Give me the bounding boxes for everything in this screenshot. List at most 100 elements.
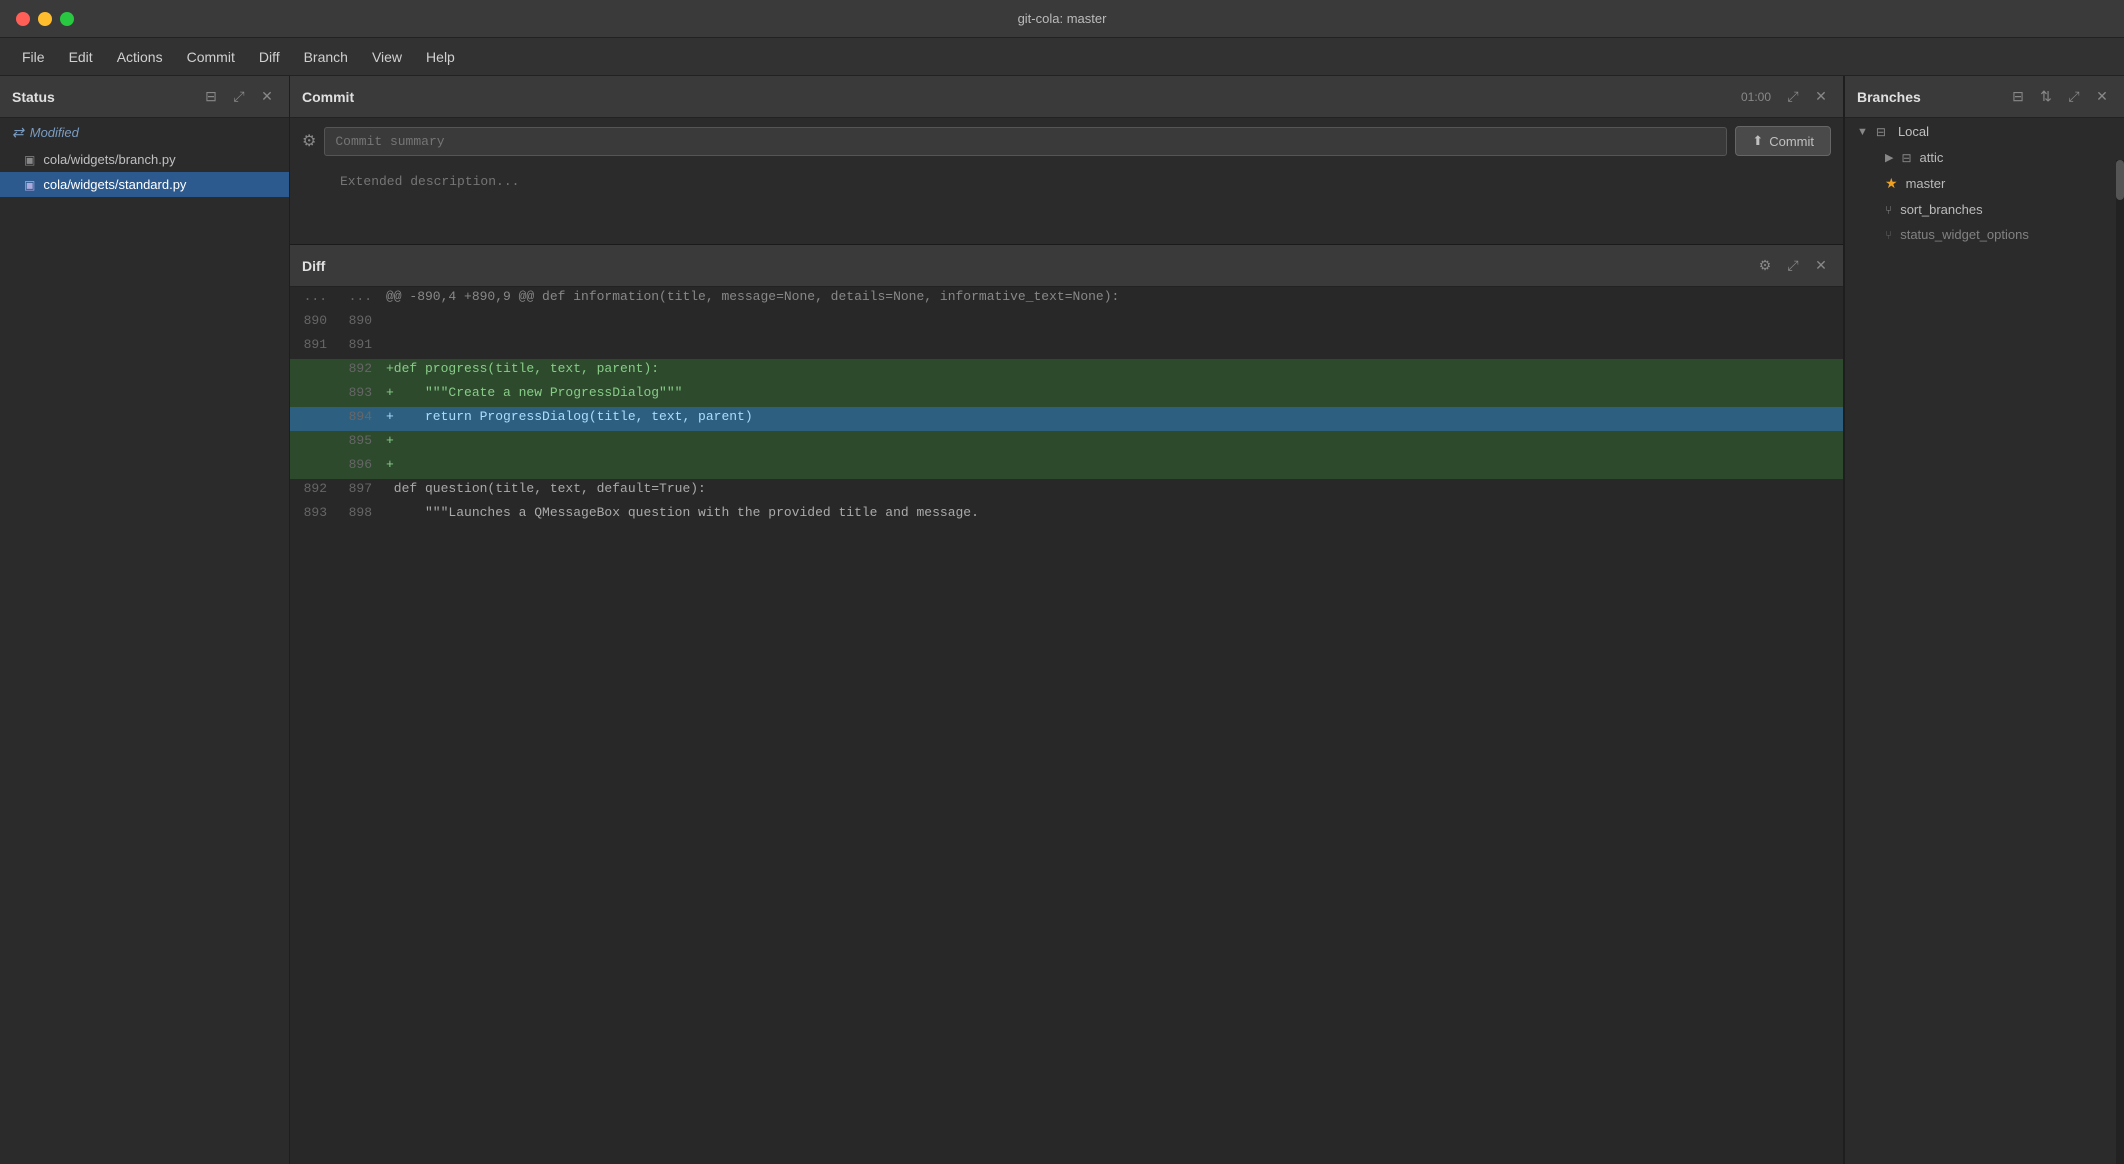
branches-content: ▼ ⊟ Local ▶ ⊟ attic ★ master ⑂: [1845, 118, 2124, 247]
center-panel: Commit 01:00 ⤢ ✕ ⚙ ⬆ Commit Diff: [290, 76, 1844, 1164]
commit-header: Commit 01:00 ⤢ ✕: [290, 76, 1843, 118]
branches-panel: Branches ⊟ ⇅ ⤢ ✕ ▼ ⊟ Local ▶ ⊟: [1844, 76, 2124, 1164]
status-panel-title: Status: [12, 89, 55, 105]
commit-float-icon[interactable]: ⤢: [1783, 87, 1803, 107]
branches-float-icon[interactable]: ⤢: [2064, 87, 2084, 107]
status-panel-icons: ⊟ ⤢ ✕: [201, 87, 277, 107]
diff-content-891: [380, 335, 1843, 359]
minimize-button[interactable]: [38, 12, 52, 26]
branch-label-sort-branches: sort_branches: [1900, 202, 1982, 217]
menu-help[interactable]: Help: [416, 45, 465, 69]
commit-button[interactable]: ⬆ Commit: [1735, 126, 1831, 156]
diff-content-890: [380, 311, 1843, 335]
commit-gear-icon[interactable]: ⚙: [302, 131, 316, 151]
status-minimize-icon[interactable]: ⊟: [201, 87, 221, 107]
file-name-branch: cola/widgets/branch.py: [43, 152, 175, 167]
diff-new-897: 897: [335, 479, 380, 503]
commit-panel-icons: 01:00 ⤢ ✕: [1741, 87, 1831, 107]
diff-old-896a: [290, 455, 335, 479]
diff-content-897: def question(title, text, default=True):: [380, 479, 1843, 503]
branches-scrollbar[interactable]: [2116, 160, 2124, 1164]
branches-header: Branches ⊟ ⇅ ⤢ ✕: [1845, 76, 2124, 118]
diff-content-896a: +: [380, 455, 1843, 479]
diff-panel: Diff ⚙ ⤢ ✕ ... ... @@ -890,4 +890,9 @@ d…: [290, 245, 1843, 1164]
branch-section-local[interactable]: ▼ ⊟ Local: [1845, 118, 2124, 145]
commit-button-icon: ⬆: [1752, 133, 1763, 149]
branches-scrollbar-thumb[interactable]: [2116, 160, 2124, 200]
status-close-icon[interactable]: ✕: [257, 87, 277, 107]
diff-new-896a: 896: [335, 455, 380, 479]
status-float-icon[interactable]: ⤢: [229, 87, 249, 107]
branches-minimize-icon[interactable]: ⊟: [2008, 87, 2028, 107]
commit-summary-input[interactable]: [324, 127, 1727, 156]
commit-close-icon[interactable]: ✕: [1811, 87, 1831, 107]
menu-commit[interactable]: Commit: [177, 45, 245, 69]
menu-view[interactable]: View: [362, 45, 412, 69]
menu-file[interactable]: File: [12, 45, 55, 69]
diff-old-893a: [290, 383, 335, 407]
branch-item-status-widget[interactable]: ⑂ status_widget_options: [1845, 222, 2124, 247]
commit-description-input[interactable]: [290, 164, 1843, 244]
file-icon-branch: ▣: [24, 153, 35, 167]
diff-new-898: 898: [335, 503, 380, 527]
branch-label-master: master: [1906, 176, 1946, 191]
file-item-standard[interactable]: ▣ cola/widgets/standard.py: [0, 172, 289, 197]
window-title: git-cola: master: [1018, 11, 1107, 26]
diff-content-header: @@ -890,4 +890,9 @@ def information(titl…: [380, 287, 1843, 311]
main-layout: Status ⊟ ⤢ ✕ ⇄ Modified ▣ cola/widgets/b…: [0, 76, 2124, 1164]
diff-old-num-header: ...: [290, 287, 335, 311]
diff-gear-icon[interactable]: ⚙: [1755, 256, 1775, 276]
maximize-button[interactable]: [60, 12, 74, 26]
diff-content: ... ... @@ -890,4 +890,9 @@ def informat…: [290, 287, 1843, 1164]
diff-line-893-added: 893 + """Create a new ProgressDialog""": [290, 383, 1843, 407]
diff-new-num-header: ...: [335, 287, 380, 311]
status-section-modified: ⇄ Modified: [0, 118, 289, 147]
status-panel-header: Status ⊟ ⤢ ✕: [0, 76, 289, 118]
menu-edit[interactable]: Edit: [59, 45, 103, 69]
diff-new-892a: 892: [335, 359, 380, 383]
menu-branch[interactable]: Branch: [294, 45, 358, 69]
file-icon-standard: ▣: [24, 178, 35, 192]
diff-old-894s: [290, 407, 335, 431]
diff-new-893a: 893: [335, 383, 380, 407]
sort-branches-icon: ⑂: [1885, 203, 1892, 217]
branches-panel-inner: ▼ ⊟ Local ▶ ⊟ attic ★ master ⑂: [1845, 118, 2124, 1164]
menu-bar: File Edit Actions Commit Diff Branch Vie…: [0, 38, 2124, 76]
status-panel: Status ⊟ ⤢ ✕ ⇄ Modified ▣ cola/widgets/b…: [0, 76, 290, 1164]
diff-content-893a: + """Create a new ProgressDialog""": [380, 383, 1843, 407]
traffic-lights: [16, 12, 74, 26]
branch-item-attic[interactable]: ▶ ⊟ attic: [1845, 145, 2124, 170]
diff-old-895a: [290, 431, 335, 455]
diff-content-894s: + return ProgressDialog(title, text, par…: [380, 407, 1843, 431]
diff-line-890: 890 890: [290, 311, 1843, 335]
commit-panel: Commit 01:00 ⤢ ✕ ⚙ ⬆ Commit: [290, 76, 1843, 245]
branches-panel-title: Branches: [1857, 89, 1921, 105]
close-button[interactable]: [16, 12, 30, 26]
branch-item-master[interactable]: ★ master: [1845, 170, 2124, 197]
diff-content-892a: +def progress(title, text, parent):: [380, 359, 1843, 383]
menu-actions[interactable]: Actions: [107, 45, 173, 69]
file-item-branch[interactable]: ▣ cola/widgets/branch.py: [0, 147, 289, 172]
diff-old-898: 893: [290, 503, 335, 527]
diff-float-icon[interactable]: ⤢: [1783, 256, 1803, 276]
diff-old-890: 890: [290, 311, 335, 335]
master-star-icon: ★: [1885, 175, 1898, 192]
modified-icon: ⇄: [12, 124, 24, 141]
diff-old-891: 891: [290, 335, 335, 359]
attic-icon: ⊟: [1901, 151, 1911, 165]
branch-label-status-widget: status_widget_options: [1900, 227, 2029, 242]
branch-label-attic: attic: [1920, 150, 1944, 165]
diff-panel-title: Diff: [302, 258, 325, 274]
menu-diff[interactable]: Diff: [249, 45, 290, 69]
diff-line-897: 892 897 def question(title, text, defaul…: [290, 479, 1843, 503]
diff-line-896-added: 896 +: [290, 455, 1843, 479]
diff-line-895-added: 895 +: [290, 431, 1843, 455]
diff-old-892a: [290, 359, 335, 383]
branches-close-icon[interactable]: ✕: [2092, 87, 2112, 107]
branch-item-sort-branches[interactable]: ⑂ sort_branches: [1845, 197, 2124, 222]
branches-sort-icon[interactable]: ⇅: [2036, 87, 2056, 107]
commit-button-label: Commit: [1769, 134, 1814, 149]
branch-local-label: Local: [1898, 124, 1929, 139]
diff-line-894-selected: 894 + return ProgressDialog(title, text,…: [290, 407, 1843, 431]
diff-close-icon[interactable]: ✕: [1811, 256, 1831, 276]
